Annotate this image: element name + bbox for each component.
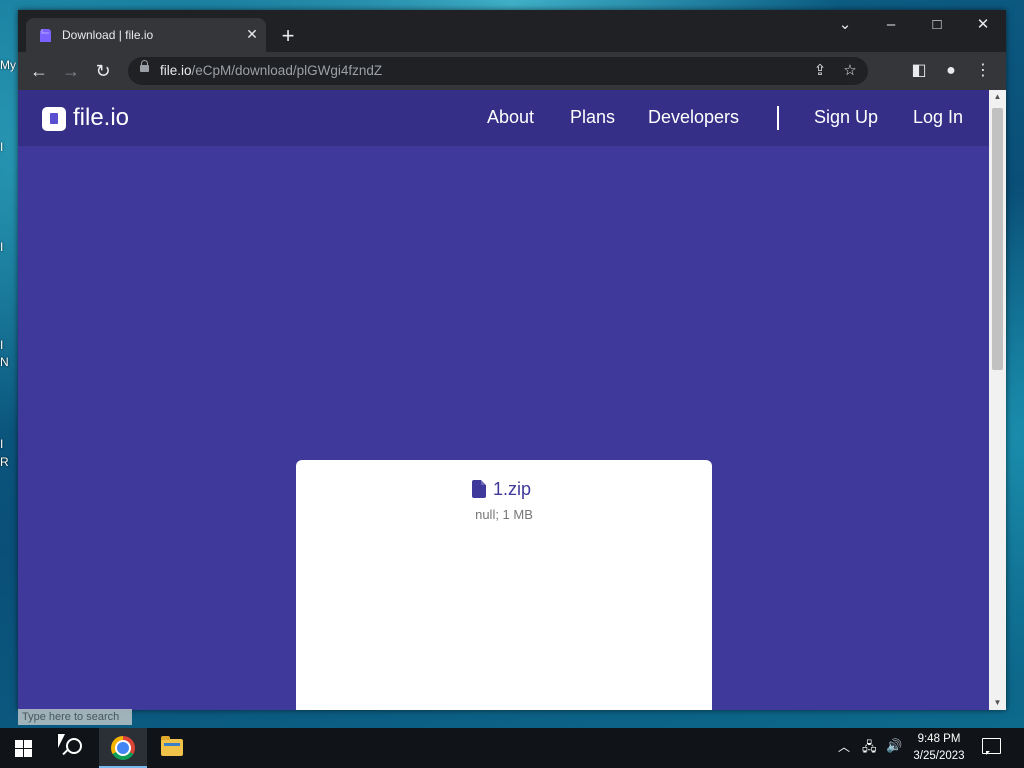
desktop-icon-label[interactable]: I [0,338,18,352]
chrome-window: Download | file.io ✕ + ⌄ – □ ✕ ← → ↻ fil… [18,10,1006,710]
chrome-icon [111,736,135,760]
desktop-icon-label[interactable]: N [0,355,18,369]
nav-plans[interactable]: Plans [570,107,615,128]
back-icon[interactable]: ← [26,58,52,84]
side-panel-icon[interactable]: ◧ [906,58,932,84]
url-path: /eCpM/download/plGWgi4fzndZ [191,63,383,78]
desktop-icon-label[interactable]: I [0,140,18,154]
clock-time: 9:48 PM [917,733,961,745]
file-icon [472,480,486,498]
forward-icon[interactable]: → [58,58,84,84]
tab-close-icon[interactable]: ✕ [244,26,260,42]
tab-strip: Download | file.io ✕ + ⌄ – □ ✕ [18,10,1006,52]
fileio-favicon-icon [40,29,51,42]
search-icon [66,738,82,754]
file-explorer-icon [161,736,183,756]
new-tab-icon[interactable]: + [276,24,300,48]
tab-title: Download | file.io [62,28,154,42]
fileio-logo-icon[interactable] [42,107,66,131]
nav-login[interactable]: Log In [913,107,963,128]
notification-icon[interactable] [982,738,1001,755]
taskbar: ︿ 🖧 🔊 9:48 PM 3/25/2023 [0,728,1024,768]
show-hidden-icons-icon[interactable]: ︿ [838,738,850,755]
nav-signup[interactable]: Sign Up [814,107,878,128]
url-text[interactable]: file.io/eCpM/download/plGWgi4fzndZ [160,63,382,78]
network-icon[interactable]: 🖧 [862,738,877,760]
lock-icon[interactable] [140,60,149,72]
profile-icon[interactable]: ● [938,58,964,84]
minimize-icon[interactable]: – [868,10,914,42]
site-logo-text[interactable]: file.io [73,104,129,132]
taskbar-file-explorer[interactable] [148,728,196,768]
taskbar-chrome[interactable] [99,728,147,768]
address-bar[interactable]: file.io/eCpM/download/plGWgi4fzndZ ⇪ ☆ [128,57,868,85]
scroll-down-icon[interactable]: ▼ [989,696,1006,710]
browser-toolbar: ← → ↻ file.io/eCpM/download/plGWgi4fzndZ… [18,52,1006,90]
maximize-icon[interactable]: □ [914,10,960,42]
desktop-icon-label[interactable]: My [0,58,18,72]
url-host: file.io [160,63,192,78]
nav-about[interactable]: About [487,107,534,128]
volume-icon[interactable]: 🔊 [886,738,902,754]
scroll-up-icon[interactable]: ▲ [989,90,1006,104]
download-card: 1.zip null; 1 MB [296,460,712,710]
tab-download[interactable]: Download | file.io ✕ [26,18,266,52]
clock[interactable]: 9:48 PM 3/25/2023 [906,731,972,765]
tab-search-icon[interactable]: ⌄ [822,10,868,42]
nav-divider [777,106,779,130]
menu-icon[interactable]: ⋮ [970,58,996,84]
file-name[interactable]: 1.zip [493,479,531,500]
scroll-thumb[interactable] [992,108,1003,370]
start-button[interactable] [0,728,48,768]
site-header: file.io About Plans Developers Sign Up L… [18,90,989,146]
close-window-icon[interactable]: ✕ [960,10,1006,42]
star-icon[interactable]: ☆ [840,61,860,81]
desktop-icon-label[interactable]: I [0,240,18,254]
start-icon [15,740,32,757]
page-viewport: file.io About Plans Developers Sign Up L… [18,90,989,710]
reload-icon[interactable]: ↻ [90,58,116,84]
clock-date: 3/25/2023 [913,750,965,762]
search-tooltip: Type here to search [18,709,132,725]
page-scrollbar[interactable]: ▲ ▼ [989,90,1006,710]
desktop-icon-label[interactable]: I [0,437,18,451]
nav-developers[interactable]: Developers [648,107,739,128]
desktop-icon-label[interactable]: R [0,455,18,469]
share-icon[interactable]: ⇪ [810,61,830,81]
file-meta: null; 1 MB [475,507,533,522]
mouse-cursor-icon [58,734,65,748]
